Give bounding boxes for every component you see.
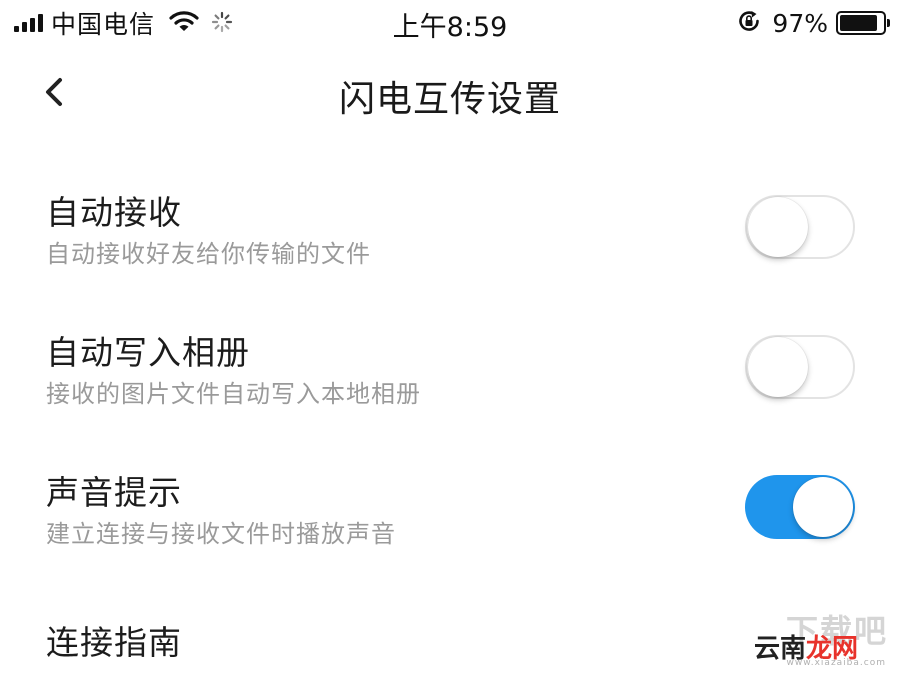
setting-subtitle: 接收的图片文件自动写入本地相册 bbox=[46, 380, 421, 408]
page-title: 闪电互传设置 bbox=[338, 79, 561, 120]
setting-auto-save-album: 自动写入相册 接收的图片文件自动写入本地相册 bbox=[0, 318, 900, 428]
nav-bar: 闪电互传设置 bbox=[0, 56, 900, 132]
setting-auto-receive: 自动接收 自动接收好友给你传输的文件 bbox=[0, 178, 900, 288]
auto-receive-toggle[interactable] bbox=[745, 195, 855, 259]
rotation-lock-icon bbox=[736, 8, 762, 38]
setting-subtitle: 建立连接与接收文件时播放声音 bbox=[46, 520, 396, 548]
status-right: 97% bbox=[736, 8, 890, 38]
setting-title: 自动写入相册 bbox=[46, 333, 250, 372]
auto-save-album-toggle[interactable] bbox=[745, 335, 855, 399]
battery-fill bbox=[840, 15, 877, 31]
site-watermark: 下载吧 云南龙网 www.xiazaiba.com bbox=[742, 606, 892, 668]
setting-subtitle: 自动接收好友给你传输的文件 bbox=[46, 240, 371, 268]
status-bar: 中国电信 上午8:59 97% bbox=[0, 0, 900, 46]
setting-title: 自动接收 bbox=[46, 193, 182, 232]
sound-alert-toggle[interactable] bbox=[745, 475, 855, 539]
watermark-url: www.xiazaiba.com bbox=[786, 658, 886, 668]
setting-sound-alert: 声音提示 建立连接与接收文件时播放声音 bbox=[0, 458, 900, 568]
battery-icon bbox=[836, 11, 890, 35]
setting-title: 声音提示 bbox=[46, 473, 182, 512]
setting-title: 连接指南 bbox=[46, 623, 182, 662]
battery-percent: 97% bbox=[772, 8, 828, 38]
